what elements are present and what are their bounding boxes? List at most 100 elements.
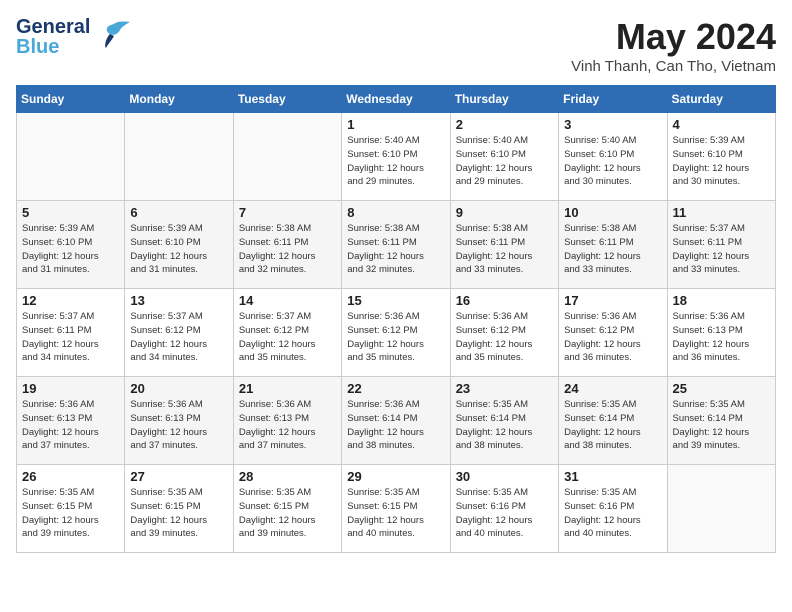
weekday-header-wednesday: Wednesday (342, 86, 450, 113)
calendar-day-cell: 21Sunrise: 5:36 AM Sunset: 6:13 PM Dayli… (233, 377, 341, 465)
page-header: General Blue May 2024 Vinh Thanh, Can Th… (16, 16, 776, 75)
calendar-day-cell: 28 Sunrise: 5:35 AM Sunset: 6:15 PM Dayli… (233, 465, 341, 553)
calendar-day-cell: 4Sunrise: 5:39 AM Sunset: 6:10 PM Daylig… (667, 113, 775, 201)
calendar-day-cell: 10Sunrise: 5:38 AM Sunset: 6:11 PM Dayli… (559, 201, 667, 289)
calendar-day-cell: 13 Sunrise: 5:37 AM Sunset: 6:12 PM Dayli… (125, 289, 233, 377)
day-info: Sunrise: 5:35 AM Sunset: 6:14 PM Dayligh… (673, 398, 770, 453)
calendar-day-cell: 31Sunrise: 5:35 AM Sunset: 6:16 PM Dayli… (559, 465, 667, 553)
calendar-day-cell: 14 Sunrise: 5:37 AM Sunset: 6:12 PM Dayli… (233, 289, 341, 377)
day-number: 7 (239, 205, 336, 220)
empty-cell (233, 113, 341, 201)
calendar-day-cell: 12 Sunrise: 5:37 AM Sunset: 6:11 PM Dayli… (17, 289, 125, 377)
calendar-day-cell: 5 Sunrise: 5:39 AM Sunset: 6:10 PM Daylig… (17, 201, 125, 289)
calendar-day-cell: 22 Sunrise: 5:36 AM Sunset: 6:14 PM Dayli… (342, 377, 450, 465)
logo-general: General (16, 17, 90, 37)
day-number: 13 (130, 293, 227, 308)
day-info: Sunrise: 5:37 AM Sunset: 6:12 PM Dayligh… (239, 310, 336, 365)
day-number: 11 (673, 205, 770, 220)
weekday-header-monday: Monday (125, 86, 233, 113)
day-info: Sunrise: 5:35 AM Sunset: 6:15 PM Dayligh… (22, 486, 119, 541)
calendar-day-cell: 6 Sunrise: 5:39 AM Sunset: 6:10 PM Daylig… (125, 201, 233, 289)
day-info: Sunrise: 5:39 AM Sunset: 6:10 PM Dayligh… (22, 222, 119, 277)
calendar-day-cell: 17Sunrise: 5:36 AM Sunset: 6:12 PM Dayli… (559, 289, 667, 377)
day-info: Sunrise: 5:35 AM Sunset: 6:15 PM Dayligh… (130, 486, 227, 541)
empty-cell (667, 465, 775, 553)
day-info: Sunrise: 5:36 AM Sunset: 6:13 PM Dayligh… (673, 310, 770, 365)
calendar-header-row: SundayMondayTuesdayWednesdayThursdayFrid… (17, 86, 776, 113)
calendar-day-cell: 30 Sunrise: 5:35 AM Sunset: 6:16 PM Dayli… (450, 465, 558, 553)
calendar-day-cell: 19Sunrise: 5:36 AM Sunset: 6:13 PM Dayli… (17, 377, 125, 465)
day-number: 21 (239, 381, 336, 396)
day-number: 28 (239, 469, 336, 484)
day-number: 5 (22, 205, 119, 220)
weekday-header-saturday: Saturday (667, 86, 775, 113)
calendar-day-cell: 16 Sunrise: 5:36 AM Sunset: 6:12 PM Dayli… (450, 289, 558, 377)
day-number: 14 (239, 293, 336, 308)
day-number: 30 (456, 469, 553, 484)
day-info: Sunrise: 5:38 AM Sunset: 6:11 PM Dayligh… (456, 222, 553, 277)
weekday-header-thursday: Thursday (450, 86, 558, 113)
logo-bird-icon (96, 16, 132, 57)
calendar-day-cell: 26 Sunrise: 5:35 AM Sunset: 6:15 PM Dayli… (17, 465, 125, 553)
logo-blue: Blue (16, 37, 90, 57)
day-number: 24 (564, 381, 661, 396)
day-number: 1 (347, 117, 444, 132)
day-info: Sunrise: 5:36 AM Sunset: 6:12 PM Dayligh… (347, 310, 444, 365)
calendar-day-cell: 24Sunrise: 5:35 AM Sunset: 6:14 PM Dayli… (559, 377, 667, 465)
weekday-header-sunday: Sunday (17, 86, 125, 113)
day-info: Sunrise: 5:39 AM Sunset: 6:10 PM Dayligh… (130, 222, 227, 277)
day-info: Sunrise: 5:35 AM Sunset: 6:14 PM Dayligh… (456, 398, 553, 453)
calendar-day-cell: 8 Sunrise: 5:38 AM Sunset: 6:11 PM Daylig… (342, 201, 450, 289)
calendar-day-cell: 9 Sunrise: 5:38 AM Sunset: 6:11 PM Daylig… (450, 201, 558, 289)
calendar-week-row: 1 Sunrise: 5:40 AM Sunset: 6:10 PM Daylig… (17, 113, 776, 201)
day-info: Sunrise: 5:36 AM Sunset: 6:13 PM Dayligh… (22, 398, 119, 453)
calendar-week-row: 5 Sunrise: 5:39 AM Sunset: 6:10 PM Daylig… (17, 201, 776, 289)
month-year-title: May 2024 (571, 16, 776, 58)
day-number: 12 (22, 293, 119, 308)
day-number: 4 (673, 117, 770, 132)
day-number: 8 (347, 205, 444, 220)
day-number: 15 (347, 293, 444, 308)
calendar-day-cell: 1 Sunrise: 5:40 AM Sunset: 6:10 PM Daylig… (342, 113, 450, 201)
day-info: Sunrise: 5:37 AM Sunset: 6:11 PM Dayligh… (22, 310, 119, 365)
calendar-day-cell: 2Sunrise: 5:40 AM Sunset: 6:10 PM Daylig… (450, 113, 558, 201)
day-info: Sunrise: 5:36 AM Sunset: 6:13 PM Dayligh… (130, 398, 227, 453)
calendar-day-cell: 11 Sunrise: 5:37 AM Sunset: 6:11 PM Dayli… (667, 201, 775, 289)
day-number: 18 (673, 293, 770, 308)
day-info: Sunrise: 5:38 AM Sunset: 6:11 PM Dayligh… (239, 222, 336, 277)
day-info: Sunrise: 5:40 AM Sunset: 6:10 PM Dayligh… (347, 134, 444, 189)
calendar-day-cell: 23 Sunrise: 5:35 AM Sunset: 6:14 PM Dayli… (450, 377, 558, 465)
day-info: Sunrise: 5:37 AM Sunset: 6:11 PM Dayligh… (673, 222, 770, 277)
calendar-day-cell: 3Sunrise: 5:40 AM Sunset: 6:10 PM Daylig… (559, 113, 667, 201)
empty-cell (17, 113, 125, 201)
day-number: 26 (22, 469, 119, 484)
weekday-header-tuesday: Tuesday (233, 86, 341, 113)
day-info: Sunrise: 5:36 AM Sunset: 6:14 PM Dayligh… (347, 398, 444, 453)
logo: General Blue (16, 16, 132, 57)
day-number: 9 (456, 205, 553, 220)
day-info: Sunrise: 5:35 AM Sunset: 6:16 PM Dayligh… (564, 486, 661, 541)
calendar-week-row: 12 Sunrise: 5:37 AM Sunset: 6:11 PM Dayli… (17, 289, 776, 377)
calendar-week-row: 26 Sunrise: 5:35 AM Sunset: 6:15 PM Dayli… (17, 465, 776, 553)
day-info: Sunrise: 5:37 AM Sunset: 6:12 PM Dayligh… (130, 310, 227, 365)
day-number: 10 (564, 205, 661, 220)
day-number: 6 (130, 205, 227, 220)
calendar-day-cell: 18 Sunrise: 5:36 AM Sunset: 6:13 PM Dayli… (667, 289, 775, 377)
day-info: Sunrise: 5:38 AM Sunset: 6:11 PM Dayligh… (347, 222, 444, 277)
calendar-day-cell: 27 Sunrise: 5:35 AM Sunset: 6:15 PM Dayli… (125, 465, 233, 553)
day-info: Sunrise: 5:35 AM Sunset: 6:15 PM Dayligh… (239, 486, 336, 541)
day-number: 3 (564, 117, 661, 132)
empty-cell (125, 113, 233, 201)
day-info: Sunrise: 5:35 AM Sunset: 6:16 PM Dayligh… (456, 486, 553, 541)
weekday-header-friday: Friday (559, 86, 667, 113)
day-info: Sunrise: 5:36 AM Sunset: 6:12 PM Dayligh… (456, 310, 553, 365)
day-number: 23 (456, 381, 553, 396)
day-info: Sunrise: 5:35 AM Sunset: 6:15 PM Dayligh… (347, 486, 444, 541)
location-subtitle: Vinh Thanh, Can Tho, Vietnam (571, 58, 776, 75)
day-number: 16 (456, 293, 553, 308)
day-info: Sunrise: 5:36 AM Sunset: 6:12 PM Dayligh… (564, 310, 661, 365)
day-number: 22 (347, 381, 444, 396)
day-number: 27 (130, 469, 227, 484)
day-number: 25 (673, 381, 770, 396)
calendar-day-cell: 15 Sunrise: 5:36 AM Sunset: 6:12 PM Dayli… (342, 289, 450, 377)
